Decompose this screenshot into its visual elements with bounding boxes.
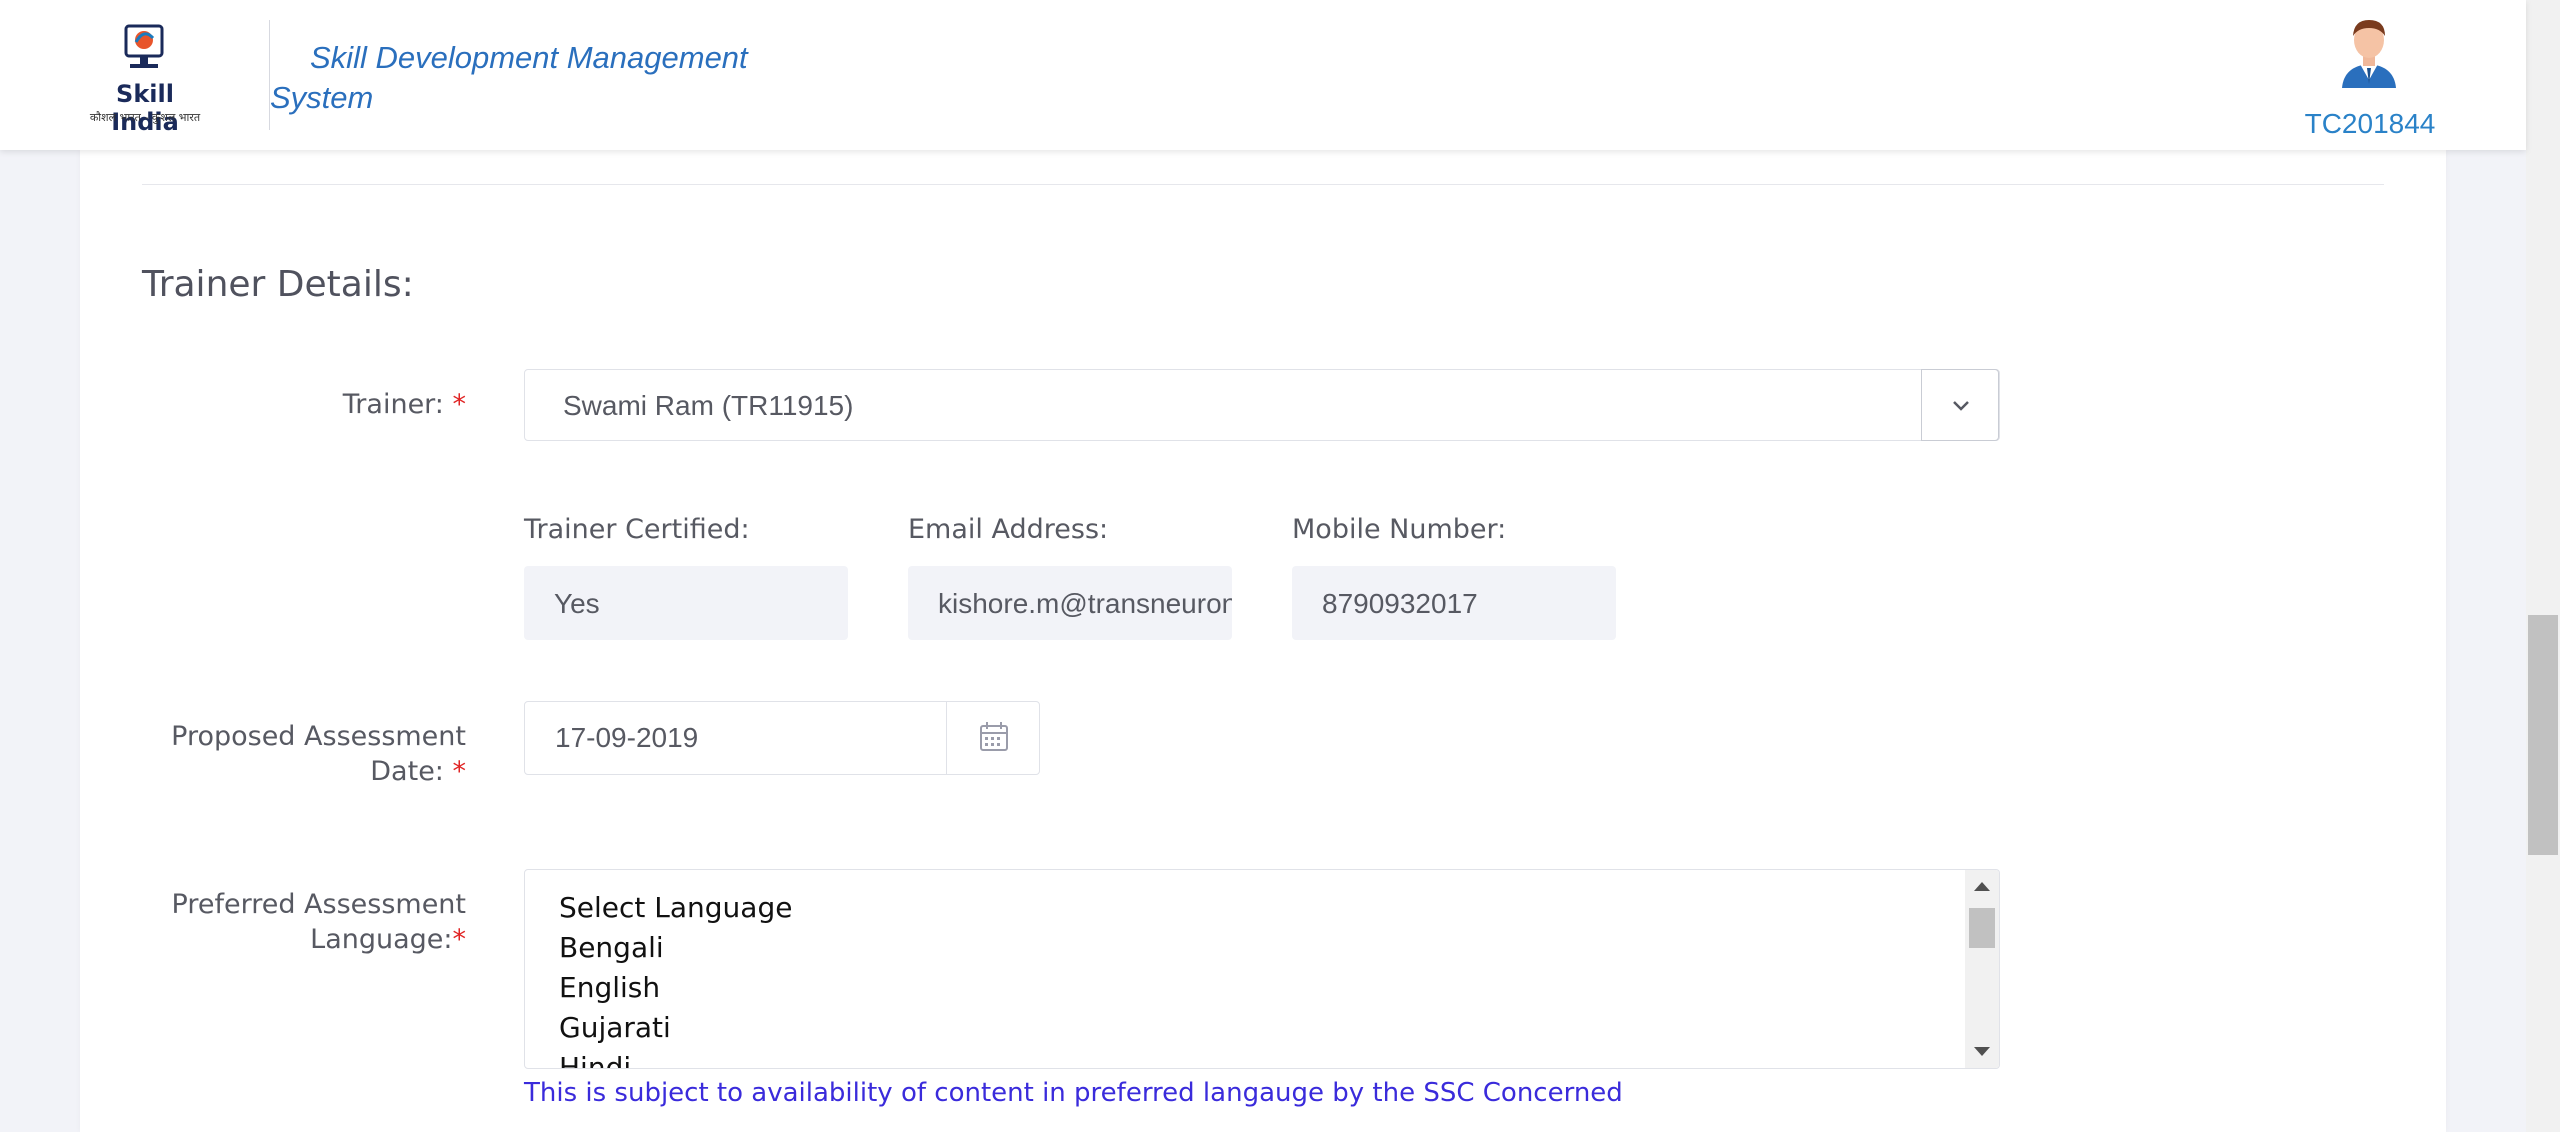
- app-title-line1: Skill Development Management: [310, 40, 748, 75]
- page-scrollbar-thumb[interactable]: [2528, 615, 2558, 855]
- user-id-label[interactable]: TC201844: [2270, 108, 2470, 140]
- mobile-value: 8790932017: [1322, 588, 1478, 619]
- scroll-down-arrow-icon[interactable]: [1974, 1047, 1990, 1056]
- section-divider: [142, 184, 2384, 185]
- top-header: Skill India कौशल भारत - कुशल भारत Skill …: [0, 0, 2526, 150]
- language-label-line1: Preferred Assessment: [171, 889, 466, 920]
- scroll-up-arrow-icon[interactable]: [1974, 882, 1990, 891]
- skill-india-emblem-icon: [124, 24, 164, 68]
- section-title: Trainer Details:: [142, 264, 414, 305]
- assessment-date-value: 17-09-2019: [555, 722, 699, 753]
- trainer-label-text: Trainer:: [342, 389, 444, 420]
- certified-value: Yes: [554, 588, 600, 619]
- language-label-line2: Language:*: [310, 924, 466, 955]
- mobile-label: Mobile Number:: [1292, 514, 1507, 545]
- listbox-scrollbar[interactable]: [1965, 870, 1999, 1068]
- language-label: Preferred Assessment Language:*: [146, 887, 466, 957]
- skill-india-logo[interactable]: Skill India कौशल भारत - कुशल भारत: [80, 22, 210, 136]
- logo-tagline: कौशल भारत - कुशल भारत: [89, 111, 201, 124]
- trainer-label: Trainer: *: [146, 387, 466, 422]
- email-value: kishore.m@transneuron.com: [938, 588, 1232, 619]
- language-hint-text: This is subject to availability of conte…: [524, 1078, 1623, 1108]
- assessment-date-input[interactable]: 17-09-2019: [524, 701, 948, 775]
- mobile-field: 8790932017: [1292, 566, 1616, 640]
- trainer-select[interactable]: Swami Ram (TR11915): [524, 369, 2000, 441]
- page-scrollbar[interactable]: [2526, 0, 2560, 1132]
- assessment-date-label-line2: Date: *: [370, 756, 466, 787]
- certified-label: Trainer Certified:: [524, 514, 750, 545]
- language-option[interactable]: Select Language: [559, 888, 1999, 928]
- language-option[interactable]: Gujarati: [559, 1008, 1999, 1048]
- trainer-select-value: Swami Ram (TR11915): [563, 390, 854, 421]
- listbox-scrollbar-thumb[interactable]: [1969, 908, 1995, 948]
- language-listbox[interactable]: Select Language Bengali English Gujarati…: [524, 869, 2000, 1069]
- email-label: Email Address:: [908, 514, 1109, 545]
- assessment-date-label: Proposed Assessment Date: *: [146, 719, 466, 789]
- trainer-select-toggle[interactable]: [1921, 369, 1999, 441]
- app-title-line2: System: [270, 80, 374, 115]
- required-asterisk: *: [452, 389, 467, 420]
- logo-text: Skill India: [111, 80, 179, 136]
- certified-field: Yes: [524, 566, 848, 640]
- user-avatar-icon[interactable]: [2334, 14, 2404, 88]
- date-picker-button[interactable]: [946, 701, 1040, 775]
- chevron-down-icon: [1953, 401, 1969, 411]
- language-option[interactable]: Bengali: [559, 928, 1999, 968]
- language-option[interactable]: Hindi: [559, 1048, 1999, 1068]
- email-field: kishore.m@transneuron.com: [908, 566, 1232, 640]
- assessment-date-label-line1: Proposed Assessment: [171, 721, 466, 752]
- calendar-icon: [980, 722, 1008, 751]
- language-option[interactable]: English: [559, 968, 1999, 1008]
- app-title: Skill Development Management System: [270, 38, 750, 118]
